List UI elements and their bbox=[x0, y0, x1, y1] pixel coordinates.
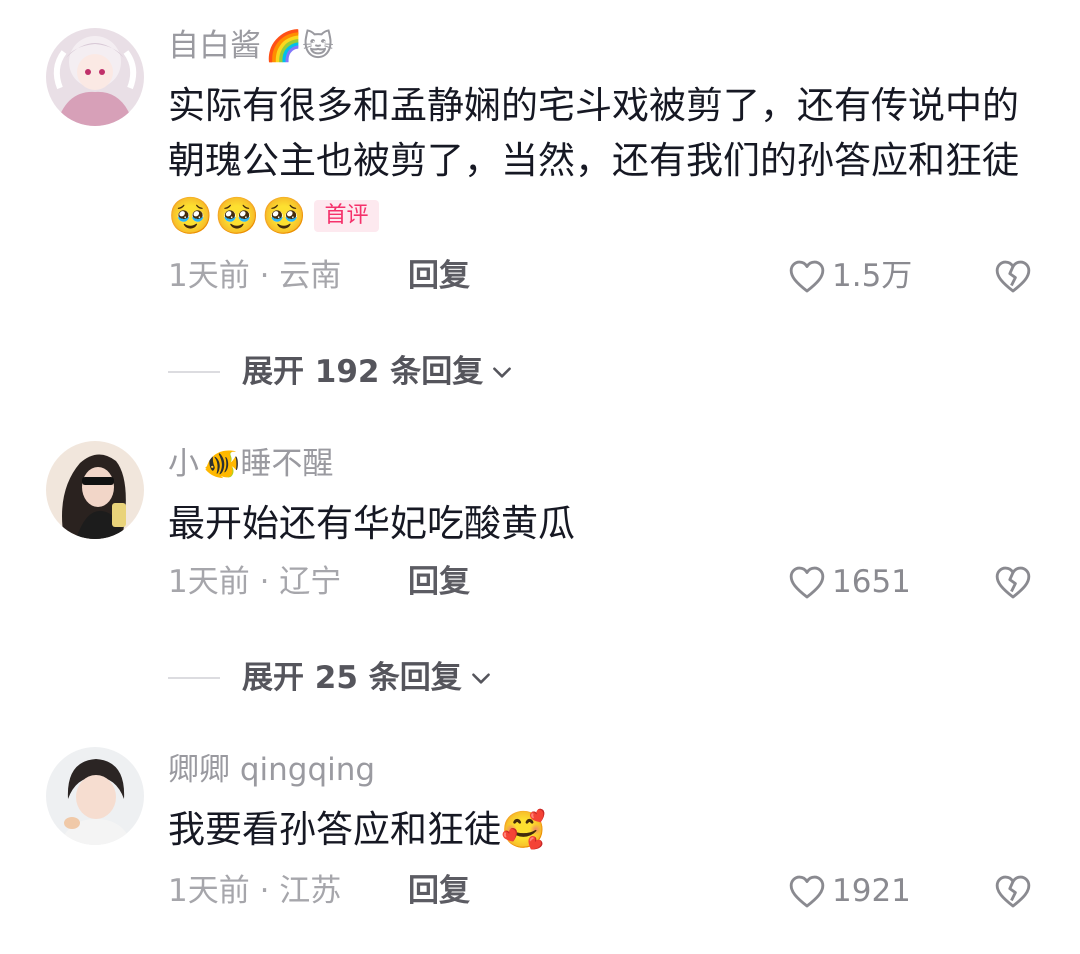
comment-body: 最开始还有华妃吃酸黄瓜 bbox=[168, 502, 575, 545]
comment-meta: 1天前 · 江苏 bbox=[168, 873, 342, 909]
broken-heart-icon bbox=[995, 875, 1031, 908]
dislike-button[interactable] bbox=[994, 562, 1032, 602]
fish-emoji: 🐠 bbox=[203, 447, 241, 482]
comment-body: 我要看孙答应和狂徒 bbox=[168, 808, 501, 851]
username-text: 自白酱 bbox=[168, 28, 261, 64]
username-text: 卿卿 qingqing bbox=[168, 752, 376, 788]
username-prefix: 小 bbox=[168, 446, 199, 482]
username-emoji: 🌈😺 bbox=[265, 29, 334, 64]
username[interactable]: 小 🐠睡不醒 bbox=[168, 444, 333, 485]
like-button[interactable]: 1651 bbox=[788, 562, 911, 602]
comment-text: 我要看孙答应和狂徒🥰 bbox=[168, 802, 1028, 858]
expand-replies-label: 展开 192 条回复 bbox=[242, 354, 484, 390]
like-count: 1651 bbox=[832, 564, 911, 600]
username[interactable]: 自白酱 🌈😺 bbox=[168, 26, 334, 67]
like-button[interactable]: 1921 bbox=[788, 871, 911, 911]
comment-text: 实际有很多和孟静娴的宅斗戏被剪了，还有传说中的朝瑰公主也被剪了，当然，还有我们的… bbox=[168, 78, 1028, 244]
chevron-down-icon bbox=[493, 367, 512, 378]
heart-outline-icon bbox=[789, 875, 825, 908]
comment-text: 最开始还有华妃吃酸黄瓜 bbox=[168, 496, 1028, 551]
comment-emoji: 🥰 bbox=[501, 810, 548, 851]
broken-heart-icon bbox=[995, 260, 1031, 293]
broken-heart-icon bbox=[995, 566, 1031, 599]
avatar[interactable] bbox=[46, 441, 144, 539]
comment-meta: 1天前 · 辽宁 bbox=[168, 564, 342, 600]
like-count: 1921 bbox=[832, 873, 911, 909]
avatar[interactable] bbox=[46, 747, 144, 845]
first-comment-badge: 首评 bbox=[314, 200, 379, 232]
dislike-button[interactable] bbox=[994, 256, 1032, 296]
expand-replies-label: 展开 25 条回复 bbox=[242, 660, 462, 696]
reply-button[interactable]: 回复 bbox=[408, 871, 470, 911]
heart-outline-icon bbox=[789, 566, 825, 599]
expand-replies-button[interactable]: 展开 192 条回复 bbox=[168, 352, 515, 392]
like-count: 1.5万 bbox=[832, 258, 913, 294]
divider-line bbox=[168, 371, 220, 373]
comment-body: 实际有很多和孟静娴的宅斗戏被剪了，还有传说中的朝瑰公主也被剪了，当然，还有我们的… bbox=[168, 84, 1019, 182]
comment-emoji: 🥹🥹🥹 bbox=[168, 196, 309, 237]
comment-meta: 1天前 · 云南 bbox=[168, 258, 342, 294]
heart-outline-icon bbox=[789, 260, 825, 293]
username-text: 睡不醒 bbox=[240, 446, 334, 482]
reply-button[interactable]: 回复 bbox=[408, 256, 470, 296]
username[interactable]: 卿卿 qingqing bbox=[168, 750, 375, 790]
avatar[interactable] bbox=[46, 28, 144, 126]
divider-line bbox=[168, 677, 220, 679]
expand-replies-button[interactable]: 展开 25 条回复 bbox=[168, 658, 494, 698]
chevron-down-icon bbox=[471, 673, 490, 684]
like-button[interactable]: 1.5万 bbox=[788, 256, 912, 296]
reply-button[interactable]: 回复 bbox=[408, 562, 470, 602]
dislike-button[interactable] bbox=[994, 871, 1032, 911]
